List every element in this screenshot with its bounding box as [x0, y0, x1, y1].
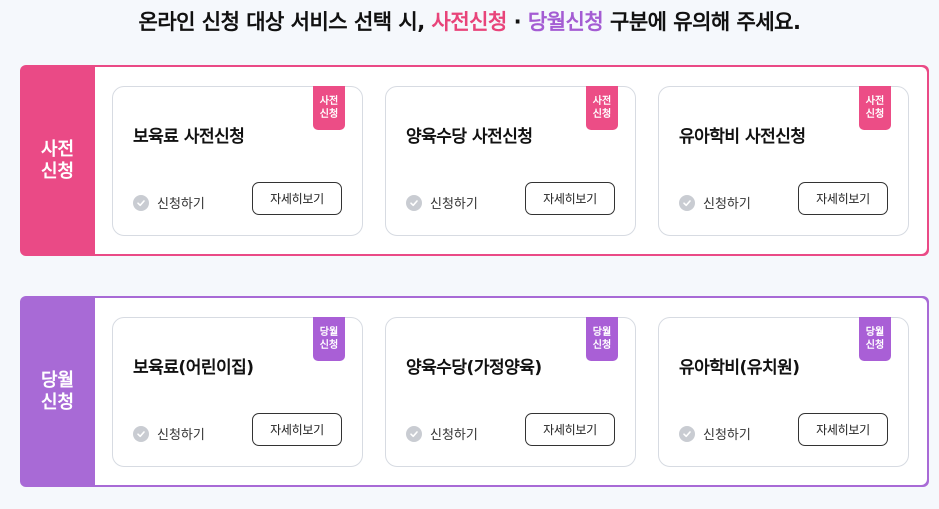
- card-title: 보육료 사전신청: [133, 127, 245, 147]
- card-tag: 당월 신청: [586, 317, 618, 361]
- apply-link[interactable]: 신청하기: [406, 424, 478, 443]
- apply-link[interactable]: 신청하기: [133, 193, 205, 212]
- current-month-section: 당월 신청 당월 신청 보육료(어린이집) 신청하기 자세히보기 당월 신청 양…: [20, 296, 929, 487]
- apply-link[interactable]: 신청하기: [133, 424, 205, 443]
- check-circle-icon: [133, 425, 149, 442]
- card-tag: 당월 신청: [859, 317, 891, 361]
- headline-pre-label: 사전신청: [431, 10, 508, 34]
- service-card: 당월 신청 유아학비(유치원) 신청하기 자세히보기: [658, 317, 909, 467]
- service-card: 사전 신청 보육료 사전신청 신청하기 자세히보기: [112, 86, 363, 236]
- apply-link[interactable]: 신청하기: [406, 193, 478, 212]
- check-circle-icon: [406, 425, 422, 442]
- service-card: 당월 신청 양육수당(가정양육) 신청하기 자세히보기: [385, 317, 636, 467]
- page-title: 온라인 신청 대상 서비스 선택 시, 사전신청 · 당월신청 구분에 유의해 …: [0, 6, 939, 36]
- apply-label: 신청하기: [430, 428, 478, 443]
- card-tag: 사전 신청: [313, 86, 345, 130]
- service-card: 당월 신청 보육료(어린이집) 신청하기 자세히보기: [112, 317, 363, 467]
- apply-label: 신청하기: [157, 197, 205, 212]
- section-side-label: 당월 신청: [40, 369, 75, 413]
- page: 온라인 신청 대상 서비스 선택 시, 사전신청 · 당월신청 구분에 유의해 …: [0, 0, 939, 509]
- check-circle-icon: [679, 425, 695, 442]
- detail-button[interactable]: 자세히보기: [525, 182, 615, 215]
- headline-suffix: 구분에 유의해 주세요.: [603, 10, 801, 34]
- apply-label: 신청하기: [430, 197, 478, 212]
- apply-label: 신청하기: [703, 428, 751, 443]
- detail-button[interactable]: 자세히보기: [252, 182, 342, 215]
- detail-button[interactable]: 자세히보기: [252, 413, 342, 446]
- card-title: 양육수당 사전신청: [406, 127, 533, 147]
- apply-label: 신청하기: [157, 428, 205, 443]
- card-title: 유아학비 사전신청: [679, 127, 806, 147]
- apply-link[interactable]: 신청하기: [679, 424, 751, 443]
- card-title: 유아학비(유치원): [679, 358, 800, 378]
- pre-application-section: 사전 신청 사전 신청 보육료 사전신청 신청하기 자세히보기 사전 신청 양육…: [20, 65, 929, 256]
- headline-prefix: 온라인 신청 대상 서비스 선택 시,: [138, 10, 432, 34]
- check-circle-icon: [406, 194, 422, 211]
- card-title: 보육료(어린이집): [133, 358, 254, 378]
- section-side-label: 사전 신청: [40, 138, 75, 182]
- apply-label: 신청하기: [703, 197, 751, 212]
- detail-button[interactable]: 자세히보기: [798, 182, 888, 215]
- card-tag: 사전 신청: [586, 86, 618, 130]
- service-card: 사전 신청 양육수당 사전신청 신청하기 자세히보기: [385, 86, 636, 236]
- detail-button[interactable]: 자세히보기: [798, 413, 888, 446]
- service-card: 사전 신청 유아학비 사전신청 신청하기 자세히보기: [658, 86, 909, 236]
- headline-cur-label: 당월신청: [527, 10, 604, 34]
- apply-link[interactable]: 신청하기: [679, 193, 751, 212]
- card-panel: 사전 신청 보육료 사전신청 신청하기 자세히보기 사전 신청 양육수당 사전신…: [95, 67, 927, 254]
- check-circle-icon: [679, 194, 695, 211]
- card-tag: 당월 신청: [313, 317, 345, 361]
- card-panel: 당월 신청 보육료(어린이집) 신청하기 자세히보기 당월 신청 양육수당(가정…: [95, 298, 927, 485]
- card-title: 양육수당(가정양육): [406, 358, 542, 378]
- card-tag: 사전 신청: [859, 86, 891, 130]
- check-circle-icon: [133, 194, 149, 211]
- detail-button[interactable]: 자세히보기: [525, 413, 615, 446]
- headline-separator: ·: [506, 10, 528, 34]
